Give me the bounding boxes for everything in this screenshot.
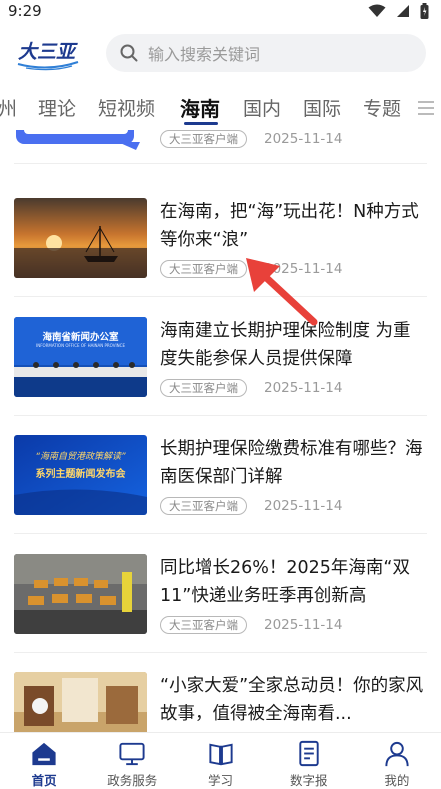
news-title[interactable]: 海南建立长期护理保险制度 为重度失能参保人员提供保障 bbox=[160, 317, 426, 373]
list-item[interactable]: 海南省新闻办公室 INFORMATION OFFICE OF HAINAN PR… bbox=[0, 317, 441, 435]
tab-item[interactable]: 州 bbox=[0, 94, 17, 121]
divider bbox=[14, 415, 427, 416]
app-header: 大三亚 输入搜索关键词 bbox=[0, 24, 441, 86]
divider bbox=[14, 533, 427, 534]
divider bbox=[14, 296, 427, 297]
news-title[interactable]: 长期护理保险缴费标准有哪些？海南医保部门详解 bbox=[160, 435, 426, 491]
nav-study[interactable]: 学习 bbox=[176, 733, 264, 789]
source-badge: 大三亚客户端 bbox=[160, 260, 247, 278]
publish-date: 2025-11-14 bbox=[264, 617, 343, 633]
list-item[interactable]: “小家大爱”全家总动员！你的家风故事，值得被全海南看... bbox=[0, 672, 441, 732]
divider bbox=[14, 652, 427, 653]
status-time: 9:29 bbox=[8, 2, 42, 20]
list-item[interactable]: 同比增长26%！2025年海南“双11”快递业务旺季再创新高 大三亚客户端 20… bbox=[0, 554, 441, 672]
menu-icon[interactable] bbox=[418, 101, 434, 115]
signal-icon bbox=[397, 5, 409, 17]
publish-date: 2025-11-14 bbox=[264, 498, 343, 514]
nav-home[interactable]: 首页 bbox=[0, 733, 88, 789]
nav-label: 我的 bbox=[384, 773, 410, 788]
status-icons bbox=[368, 3, 429, 19]
search-placeholder: 输入搜索关键词 bbox=[148, 45, 261, 64]
publish-date: 2025-11-14 bbox=[264, 131, 343, 147]
thumb-caption: 海南省新闻办公室 bbox=[42, 332, 119, 343]
newspaper-icon bbox=[299, 740, 319, 767]
nav-digital-paper[interactable]: 数字报 bbox=[265, 733, 353, 789]
news-thumbnail bbox=[14, 672, 147, 732]
nav-label: 政务服务 bbox=[107, 773, 158, 788]
search-bar[interactable]: 输入搜索关键词 bbox=[106, 34, 426, 72]
source-badge: 大三亚客户端 bbox=[160, 379, 247, 397]
news-title[interactable]: 同比增长26%！2025年海南“双11”快递业务旺季再创新高 bbox=[160, 554, 426, 610]
book-icon bbox=[208, 743, 233, 766]
active-tab-indicator bbox=[184, 122, 218, 125]
news-thumbnail: 海南省新闻办公室 INFORMATION OFFICE OF HAINAN PR… bbox=[14, 317, 147, 397]
search-icon bbox=[120, 44, 138, 62]
news-title[interactable]: 在海南，把“海”玩出花！N种方式等你来“浪” bbox=[160, 198, 426, 254]
list-item[interactable]: “海南自贸港政策解读” 系列主题新闻发布会 长期护理保险缴费标准有哪些？海南医保… bbox=[0, 435, 441, 553]
tab-special[interactable]: 专题 bbox=[363, 94, 401, 121]
channel-tabs: 州 理论 短视频 海南 国内 国际 专题 bbox=[0, 86, 441, 130]
nav-label: 学习 bbox=[208, 773, 234, 788]
list-item[interactable]: 在海南，把“海”玩出花！N种方式等你来“浪” 大三亚客户端 2025-11-14 bbox=[0, 198, 441, 316]
thumb-subcaption: 系列主题新闻发布会 bbox=[35, 469, 126, 480]
divider bbox=[14, 163, 427, 164]
nav-profile[interactable]: 我的 bbox=[353, 733, 441, 789]
monitor-icon bbox=[119, 742, 145, 766]
nav-government-services[interactable]: 政务服务 bbox=[88, 733, 176, 789]
user-icon bbox=[385, 741, 409, 767]
news-thumbnail bbox=[14, 198, 147, 278]
nav-label: 数字报 bbox=[289, 773, 328, 788]
wifi-icon bbox=[368, 4, 386, 17]
news-thumbnail: “海南自贸港政策解读” 系列主题新闻发布会 bbox=[14, 435, 147, 515]
publish-date: 2025-11-14 bbox=[264, 380, 343, 396]
news-thumbnail bbox=[14, 554, 147, 634]
battery-icon bbox=[420, 3, 429, 19]
source-badge: 大三亚客户端 bbox=[160, 616, 247, 634]
source-badge: 大三亚客户端 bbox=[160, 130, 247, 148]
news-feed: 大三亚客户端 2025-11-14 在海南，把“海”玩出花！N种方式等你来“浪”… bbox=[0, 130, 441, 732]
publish-date: 2025-11-14 bbox=[264, 261, 343, 277]
news-title[interactable]: “小家大爱”全家总动员！你的家风故事，值得被全海南看... bbox=[160, 672, 426, 728]
tab-international[interactable]: 国际 bbox=[303, 94, 341, 121]
news-thumbnail bbox=[14, 130, 147, 160]
thumb-caption: “海南自贸港政策解读” bbox=[35, 452, 126, 462]
status-bar: 9:29 bbox=[0, 0, 441, 22]
nav-label: 首页 bbox=[31, 773, 57, 788]
source-badge: 大三亚客户端 bbox=[160, 497, 247, 515]
home-icon bbox=[32, 742, 56, 766]
tab-short-video[interactable]: 短视频 bbox=[98, 94, 155, 121]
bottom-navigation: 首页 政务服务 学习 数字报 我的 bbox=[0, 732, 441, 789]
logo-text: 大三亚 bbox=[18, 41, 78, 63]
tab-hainan[interactable]: 海南 bbox=[180, 93, 220, 122]
thumb-subcaption: INFORMATION OFFICE OF HAINAN PROVINCE bbox=[36, 343, 125, 348]
tab-theory[interactable]: 理论 bbox=[38, 94, 76, 121]
tab-domestic[interactable]: 国内 bbox=[243, 94, 281, 121]
app-logo[interactable]: 大三亚 bbox=[16, 36, 80, 72]
